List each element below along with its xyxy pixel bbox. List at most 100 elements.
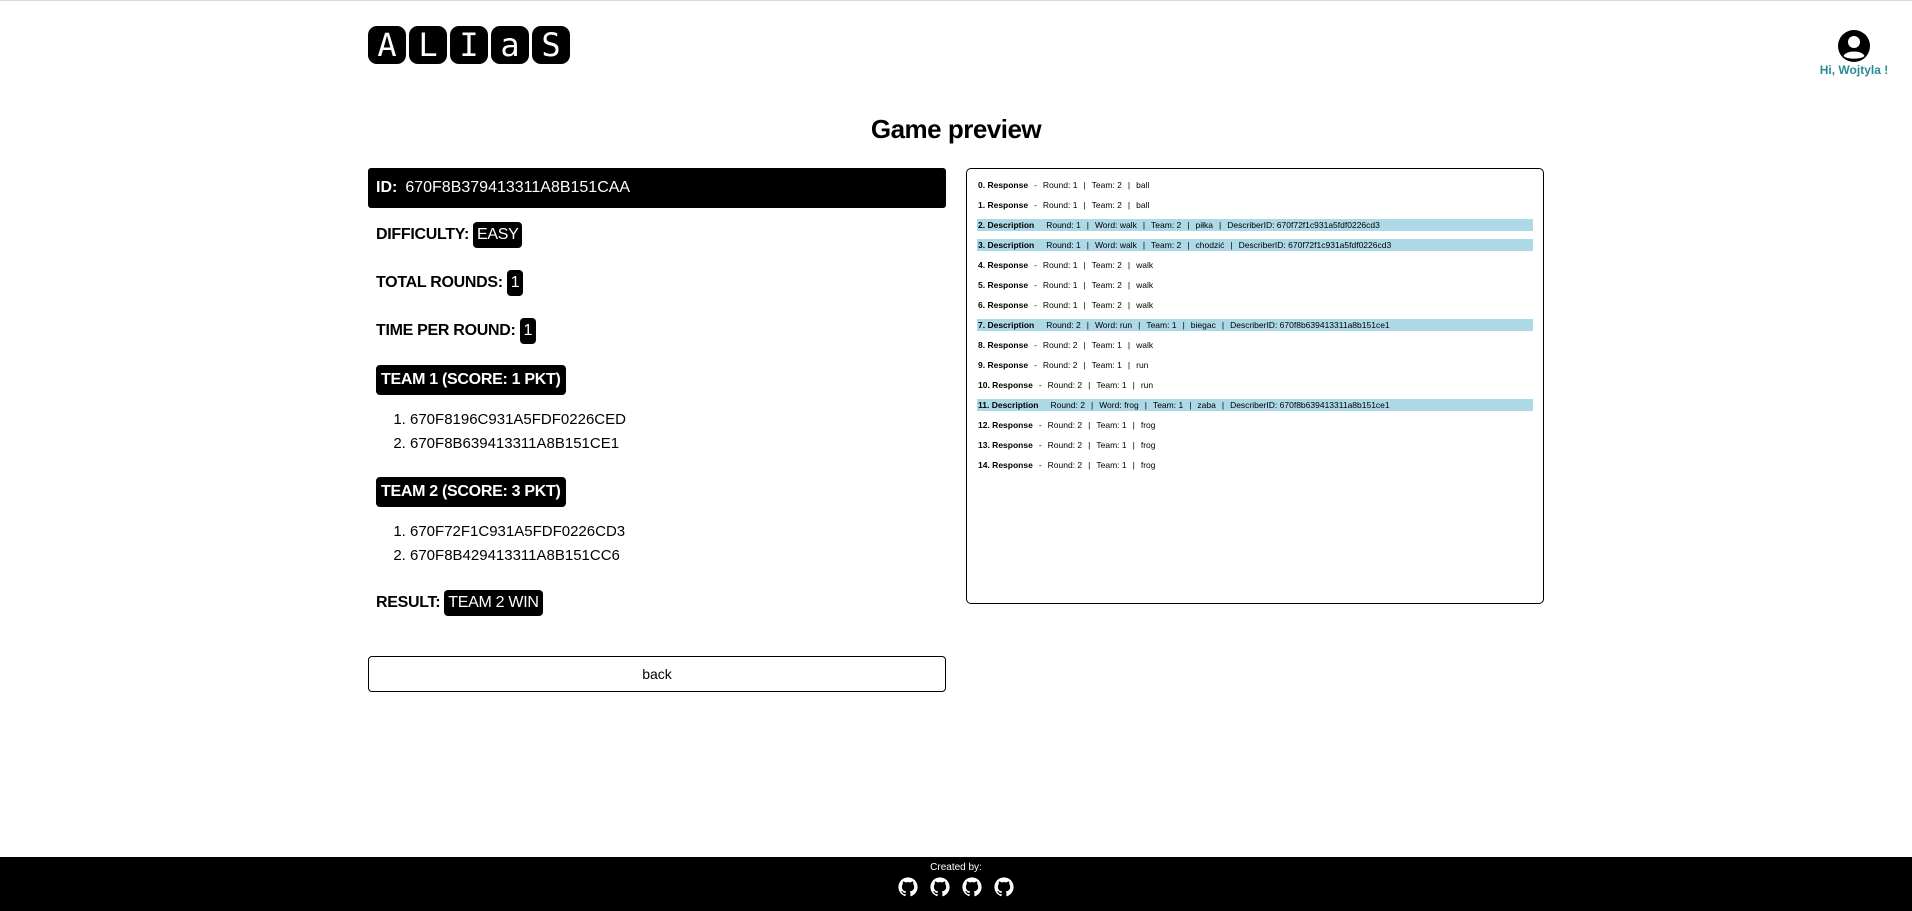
log-row: 3. Description Round: 1 | Word: walk | Team: …	[977, 239, 1533, 251]
back-button[interactable]: back	[368, 656, 946, 692]
result-badge: TEAM 2 WIN	[444, 590, 543, 616]
log-field: biegac	[1190, 320, 1216, 330]
github-icon[interactable]	[994, 877, 1014, 897]
log-field: Round: 2	[1047, 420, 1083, 430]
logo-letter: I	[450, 26, 488, 64]
logo-letter: L	[409, 26, 447, 64]
log-entry-type: 3. Description	[978, 240, 1035, 250]
log-entry-type: 1. Response	[978, 200, 1029, 210]
log-field: piłka	[1195, 220, 1213, 230]
log-field: Round: 1	[1046, 240, 1081, 250]
log-row: 5. Response - Round: 1 | Team: 2 | walk	[977, 279, 1533, 291]
game-log-panel[interactable]: 0. Response - Round: 1 | Team: 2 | ball 1. Resp…	[966, 168, 1544, 604]
log-separator: |	[1083, 200, 1086, 210]
log-field: Team: 2	[1091, 260, 1122, 270]
logo-letter: A	[368, 26, 406, 64]
log-separator: |	[1142, 240, 1146, 250]
total-rounds-badge: 1	[506, 270, 524, 296]
log-field: Team: 2	[1151, 240, 1182, 250]
log-entry-type: 0. Response	[978, 180, 1029, 190]
github-icon[interactable]	[930, 877, 950, 897]
log-separator: |	[1083, 260, 1086, 270]
log-field: ball	[1136, 180, 1150, 190]
log-entry-type: 2. Description	[978, 220, 1035, 230]
github-icon[interactable]	[962, 877, 982, 897]
log-row: 6. Response - Round: 1 | Team: 2 | walk	[977, 299, 1533, 311]
log-row: 10. Response - Round: 2 | Team: 1 | run	[977, 379, 1533, 391]
log-separator: |	[1083, 180, 1086, 190]
log-field: Team: 1	[1146, 320, 1177, 330]
time-per-round-badge: 1	[519, 318, 537, 344]
log-separator: |	[1132, 440, 1135, 450]
log-separator: |	[1132, 460, 1135, 470]
page-title: Game preview	[870, 114, 1042, 144]
log-separator: |	[1127, 280, 1131, 290]
log-field: DescriberID: 670f8b639413311a8b151ce1	[1230, 400, 1390, 410]
log-field: run	[1136, 360, 1149, 370]
github-icon[interactable]	[898, 877, 918, 897]
log-entry-type: 12. Response	[978, 420, 1033, 430]
logo-letter: a	[491, 26, 529, 64]
log-separator: -	[1034, 360, 1037, 370]
log-row: 4. Response - Round: 1 | Team: 2 | walk	[977, 259, 1533, 271]
log-separator: |	[1083, 300, 1086, 310]
team-2-title: TEAM 2 (SCORE: 3 PKT)	[376, 477, 566, 507]
log-separator: -	[1034, 300, 1037, 310]
log-separator: |	[1187, 240, 1190, 250]
log-field: Team: 1	[1152, 400, 1184, 410]
logo-letter: S	[532, 26, 570, 64]
log-field: DescriberID: 670f72f1c931a5fdf0226cd3	[1227, 220, 1380, 230]
log-separator: |	[1127, 360, 1131, 370]
difficulty-label: DIFFICULTY:	[376, 226, 469, 243]
log-separator: |	[1086, 240, 1089, 250]
log-field: Round: 2	[1047, 440, 1083, 450]
list-item: 670F8196C931A5FDF0226CED	[410, 408, 626, 432]
log-entry-type: 8. Response	[978, 340, 1029, 350]
log-separator: -	[1038, 460, 1042, 470]
log-field: chodzić	[1195, 240, 1225, 250]
log-row: 0. Response - Round: 1 | Team: 2 | ball	[977, 179, 1533, 191]
log-field: run	[1140, 380, 1154, 390]
log-row: 13. Response - Round: 2 | Team: 1 | frog	[977, 439, 1533, 451]
log-row: 8. Response - Round: 2 | Team: 1 | walk	[977, 339, 1533, 351]
list-item: 670F8B429413311A8B151CC6	[410, 544, 625, 568]
log-separator: |	[1219, 220, 1222, 230]
log-field: Round: 2	[1047, 380, 1083, 390]
log-field: Team: 1	[1096, 440, 1127, 450]
log-separator: |	[1138, 320, 1141, 330]
log-separator: |	[1088, 440, 1091, 450]
log-field: frog	[1140, 420, 1156, 430]
log-field: Word: run	[1094, 320, 1133, 330]
log-field: Round: 2	[1047, 460, 1083, 470]
log-field: frog	[1140, 460, 1156, 470]
log-separator: -	[1034, 340, 1037, 350]
log-separator: |	[1086, 320, 1089, 330]
log-separator: |	[1221, 320, 1225, 330]
log-separator: -	[1034, 180, 1037, 190]
user-menu[interactable]: Hi, Wojtyla !	[1818, 30, 1890, 77]
log-field: frog	[1140, 440, 1156, 450]
log-entry-type: 6. Response	[978, 300, 1029, 310]
log-separator: -	[1034, 280, 1037, 290]
alias-logo[interactable]: A L I a S	[368, 26, 570, 64]
log-separator: -	[1038, 440, 1042, 450]
log-entry-type: 5. Response	[978, 280, 1029, 290]
log-separator: |	[1088, 380, 1091, 390]
list-item: 670F72F1C931A5FDF0226CD3	[410, 520, 625, 544]
log-separator: |	[1090, 400, 1094, 410]
log-row: 1. Response - Round: 1 | Team: 2 | ball	[977, 199, 1533, 211]
log-separator: |	[1132, 380, 1135, 390]
log-field: Team: 2	[1091, 200, 1122, 210]
log-field: Round: 1	[1042, 300, 1078, 310]
log-entry-type: 11. Description	[978, 400, 1039, 410]
log-field: Word: frog	[1099, 400, 1139, 410]
log-separator: |	[1127, 260, 1131, 270]
footer-links	[0, 877, 1912, 897]
team-2-members: 670F72F1C931A5FDF0226CD3 670F8B429413311…	[392, 520, 625, 568]
log-row: 11. Description Round: 2 | Word: frog | Team:…	[977, 399, 1533, 411]
time-per-round-label: TIME PER ROUND:	[376, 322, 516, 339]
log-separator: |	[1142, 220, 1146, 230]
log-entry-type: 7. Description	[978, 320, 1035, 330]
log-field: Team: 2	[1091, 300, 1122, 310]
log-separator: -	[1038, 420, 1042, 430]
